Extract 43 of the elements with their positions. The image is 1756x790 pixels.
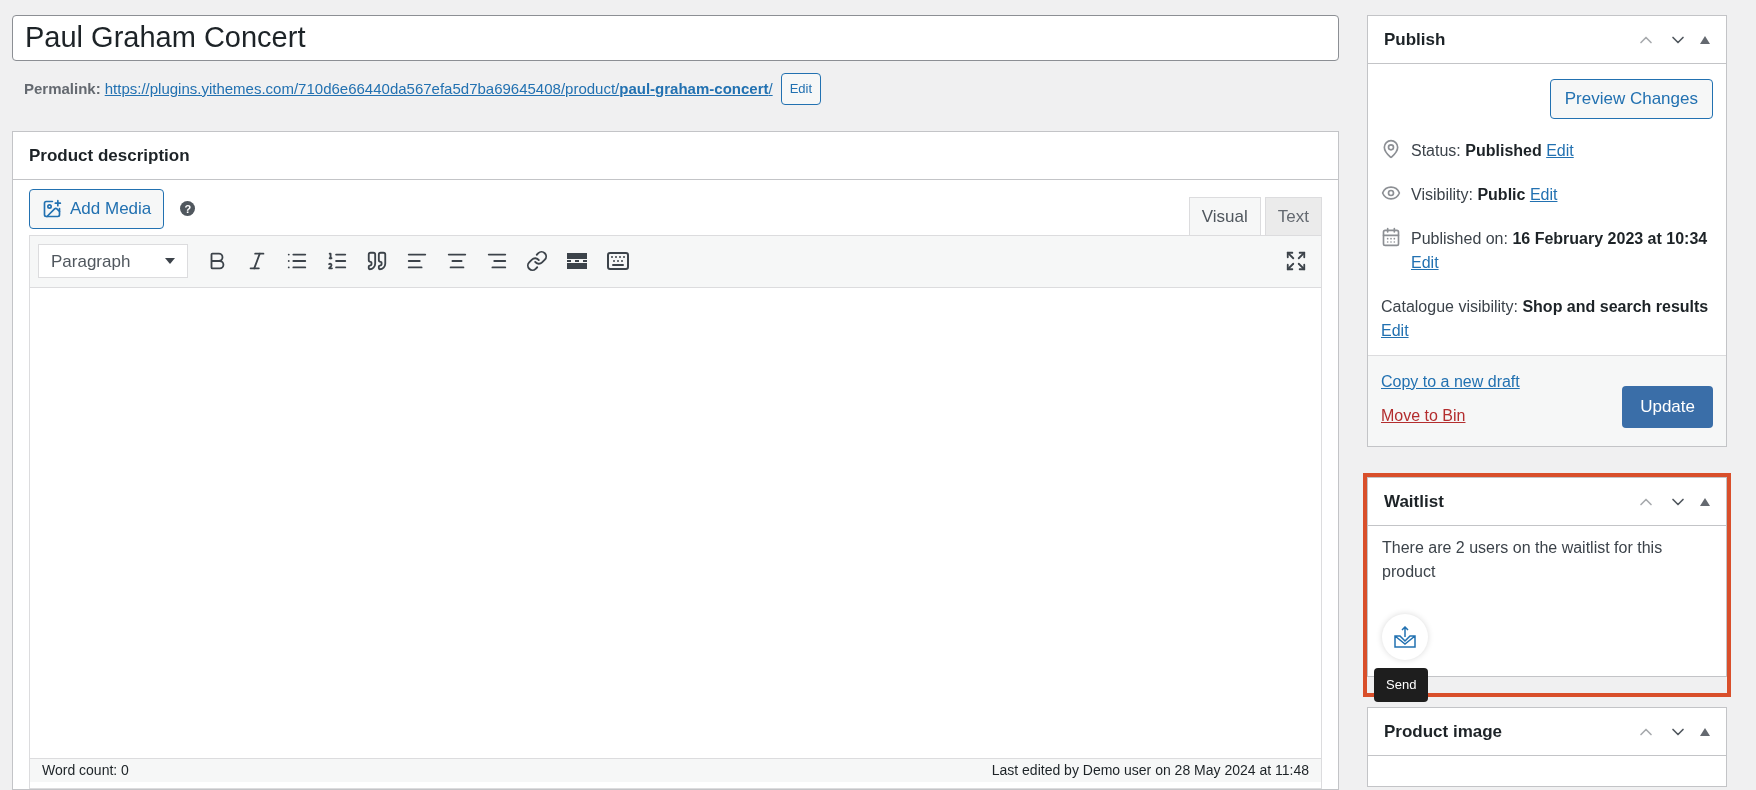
box-title: Product description [29, 144, 190, 167]
edit-button[interactable]: Edit [780, 72, 822, 105]
media-icon [42, 198, 62, 219]
title-field[interactable]: Paul Graham Concert [12, 15, 1339, 61]
quote-icon[interactable] [366, 250, 388, 273]
pin-icon [1381, 139, 1401, 159]
fullscreen-icon[interactable] [1285, 250, 1307, 273]
box-title: Publish [1384, 28, 1446, 51]
read-more-icon[interactable] [566, 252, 588, 271]
permalink-link[interactable]: https://plugins.yithemes.com/710d6e66440da567efa5d7ba69645408/product/paul-graham-concert/ [104, 77, 773, 101]
help-icon[interactable]: ? [180, 201, 196, 217]
add-media-button[interactable]: Add Media [29, 188, 165, 229]
edit-link[interactable]: Edit [1546, 142, 1574, 159]
collapse-icon[interactable] [1700, 35, 1710, 44]
publish-detail: Catalogue visibility: Shop and search results Edit [1381, 297, 1710, 341]
editor-tab[interactable]: Text [1264, 196, 1322, 235]
box-title: Product image [1384, 720, 1503, 743]
edit-link[interactable]: Edit [1529, 186, 1558, 203]
box-title: Waitlist [1384, 490, 1444, 513]
send-button[interactable] [1382, 614, 1428, 660]
last-edited-text: Last edited by Demo user on 28 May 2024 at 11:48 [991, 760, 1309, 780]
publish-detail: Visibility: Public Edit [1411, 185, 1558, 205]
send-tooltip: Send [1374, 668, 1429, 702]
caret-icon [165, 258, 175, 265]
edit-link[interactable]: Edit [1411, 254, 1439, 271]
calendar-icon [1381, 227, 1401, 247]
collapse-icon[interactable] [1700, 727, 1710, 736]
permalink-label: Permalink: [24, 78, 101, 99]
copy-draft-link[interactable]: Copy to a new draft [1381, 370, 1520, 394]
link-icon[interactable] [526, 250, 548, 273]
envelope-upload-icon [1393, 626, 1417, 648]
eye-icon [1381, 183, 1401, 203]
editor-tab[interactable]: Visual [1188, 196, 1261, 235]
move-to-bin-link[interactable]: Move to Bin [1381, 404, 1520, 428]
publish-detail: Status: Published Edit [1411, 141, 1574, 161]
collapse-icon[interactable] [1700, 497, 1710, 506]
update-button[interactable]: Update [1622, 386, 1713, 428]
waitlist-message: There are 2 users on the waitlist for this product [1381, 538, 1664, 582]
edit-link[interactable]: Edit [1381, 322, 1409, 339]
preview-changes-button[interactable]: Preview Changes [1549, 79, 1713, 119]
word-count: Word count: 0 [42, 760, 129, 780]
publish-detail: Published on: 16 February 2023 at 10:34 Edit [1411, 229, 1709, 273]
format-dropdown[interactable]: Paragraph [38, 244, 188, 279]
